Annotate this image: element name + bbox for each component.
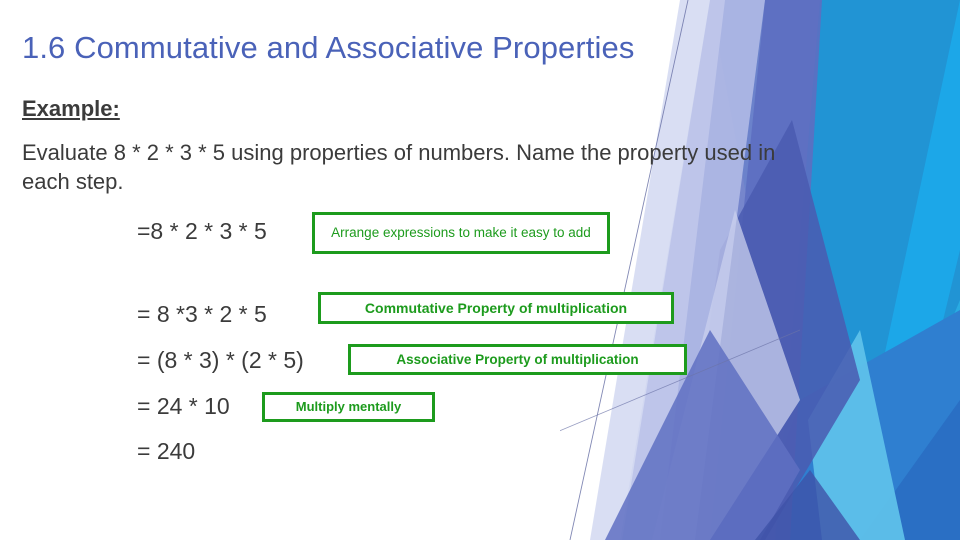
callout-arrange-expressions: Arrange expressions to make it easy to a… [312,212,610,254]
equation-step-5: = 240 [137,438,196,464]
example-label: Example: [22,96,120,121]
equation-step-2: = 8 *3 * 2 * 5 [137,301,267,327]
callout-associative-property: Associative Property of multiplication [348,344,687,375]
slide-canvas: 1.6 Commutative and Associative Properti… [0,0,960,540]
callout-multiply-mentally: Multiply mentally [262,392,435,422]
equation-step-1: =8 * 2 * 3 * 5 [137,218,267,244]
equation-step-3: = (8 * 3) * (2 * 5) [137,347,304,373]
problem-statement: Evaluate 8 * 2 * 3 * 5 using properties … [22,140,776,194]
equation-step-4: = 24 * 10 [137,393,230,419]
callout-commutative-property: Commutative Property of multiplication [318,292,674,324]
slide-title: 1.6 Commutative and Associative Properti… [22,30,635,65]
decorative-polygon-artwork [560,0,960,540]
